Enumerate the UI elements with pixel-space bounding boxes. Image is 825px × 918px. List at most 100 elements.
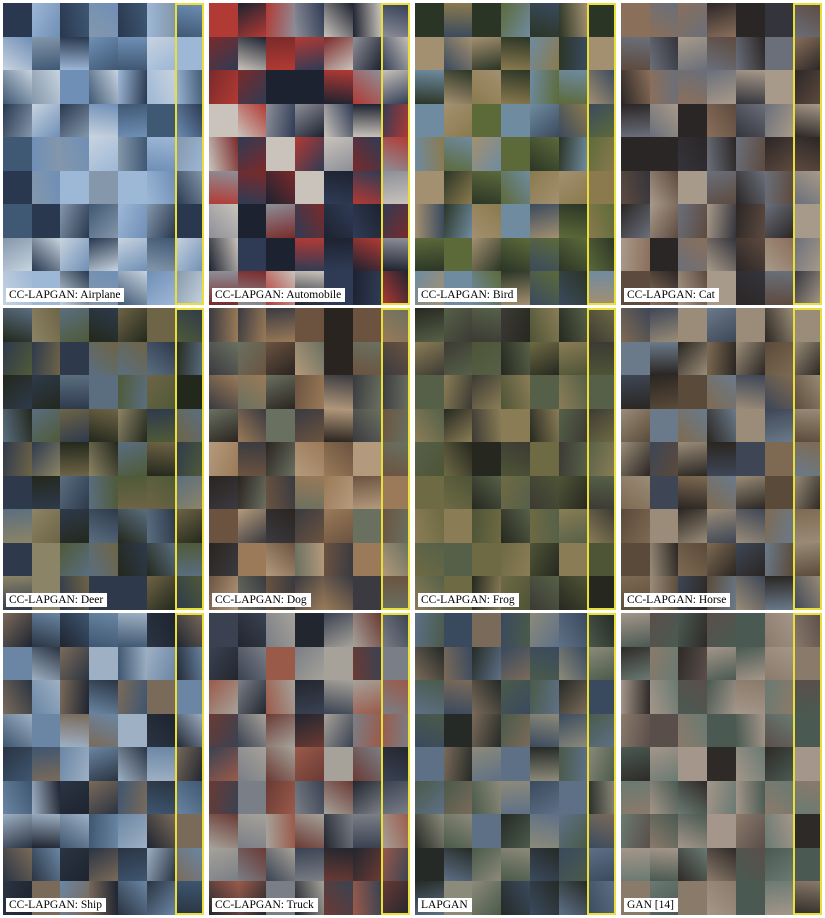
sample-tile [678,847,708,882]
sample-tile [415,103,444,138]
sample-tile [529,814,559,848]
nearest-neighbor-tile [175,442,204,476]
sample-tile [117,646,147,681]
sample-tile [735,814,765,848]
sample-tile [295,780,324,815]
sample-tile [89,747,118,781]
sample-tile [678,375,708,409]
sample-tile [117,847,147,882]
sample-tile [89,646,118,681]
sample-tile [735,847,765,882]
sample-tile [472,613,502,647]
sample-tile [707,341,736,376]
sample-tile [621,375,650,409]
sample-tile [529,646,559,681]
sample-tile [472,780,502,815]
nearest-neighbor-tile [587,442,616,476]
sample-tile [415,847,444,882]
sample-tile [501,408,530,443]
sample-tile [295,680,324,714]
sample-tile [415,170,444,205]
nearest-neighbor-tile [587,375,616,409]
sample-tile [60,680,90,714]
nearest-neighbor-tile [587,713,616,748]
sample-figure-grid: CC-LAPGAN: Airplane CC-LAPGAN: Automobil… [0,0,825,918]
sample-tile [649,847,679,882]
panel-frog: CC-LAPGAN: Frog [415,308,616,610]
panel-truck: CC-LAPGAN: Truck [209,613,410,915]
sample-tile [764,713,794,748]
sample-tile [31,237,61,272]
sample-tile [209,680,238,714]
sample-tile [323,204,353,238]
sample-tile [3,308,32,342]
sample-tile [678,680,708,714]
sample-tile [237,475,267,510]
sample-tile [443,3,473,37]
sample-tile [558,36,588,71]
sample-tile [678,204,708,238]
sample-tile [707,137,736,171]
sample-tile [415,375,444,409]
sample-tile [472,747,502,781]
sample-tile [529,847,559,882]
sample-tile [529,713,559,748]
sample-tile [295,814,324,848]
sample-tile [735,509,765,543]
sample-tile [529,170,559,205]
sample-tile [60,408,90,443]
nearest-neighbor-tile [793,308,822,342]
nearest-neighbor-tile [793,847,822,882]
sample-tile [621,341,650,376]
nearest-neighbor-tile [175,881,204,915]
sample-tile [678,881,708,915]
sample-tile [146,70,176,104]
sample-tile [352,509,382,543]
sample-tile [3,680,32,714]
nearest-neighbor-tile [381,204,410,238]
sample-tile [117,170,147,205]
panel-label: CC-LAPGAN: Dog [212,593,311,607]
sample-tile [266,814,296,848]
nearest-neighbor-tile [175,542,204,577]
nearest-neighbor-tile [793,613,822,647]
sample-tile [237,713,267,748]
sample-tile [117,237,147,272]
sample-tile [678,170,708,205]
sample-tile [678,3,708,37]
sample-tile [237,814,267,848]
sample-tile [415,713,444,748]
sample-tile [323,341,353,376]
sample-tile [472,204,502,238]
sample-tile [89,137,118,171]
nearest-neighbor-tile [381,542,410,577]
sample-tile [678,308,708,342]
sample-tile [237,509,267,543]
sample-tile [237,3,267,37]
sample-tile [352,341,382,376]
sample-tile [558,271,588,305]
nearest-neighbor-tile [175,509,204,543]
sample-tile [707,509,736,543]
nearest-neighbor-tile [175,3,204,37]
sample-tile [3,780,32,815]
sample-tile [501,170,530,205]
nearest-neighbor-tile [175,271,204,305]
sample-tile [529,542,559,577]
sample-tile [707,747,736,781]
nearest-neighbor-tile [793,70,822,104]
sample-tile [117,475,147,510]
sample-tile [60,70,90,104]
nearest-neighbor-tile [793,36,822,71]
sample-tile [649,542,679,577]
sample-tile [529,780,559,815]
sample-tile [707,308,736,342]
sample-tile [117,576,147,610]
sample-tile [3,70,32,104]
nearest-neighbor-tile [587,576,616,610]
sample-tile [529,576,559,610]
sample-tile [31,70,61,104]
sample-tile [31,3,61,37]
sample-tile [237,680,267,714]
sample-tile [352,646,382,681]
